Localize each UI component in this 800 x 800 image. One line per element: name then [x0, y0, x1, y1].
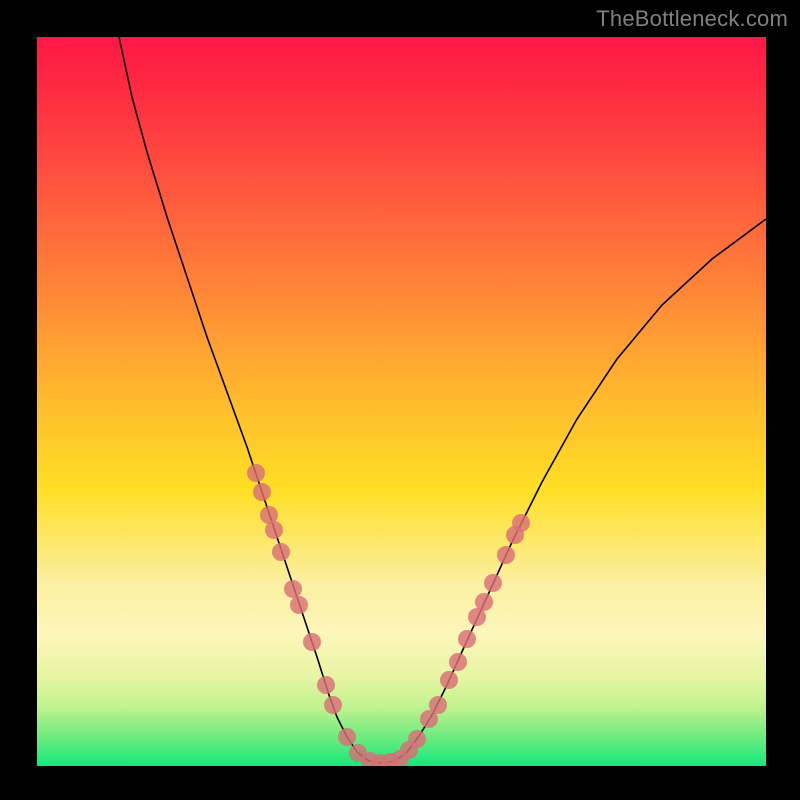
marker-dot [449, 653, 467, 671]
chart-frame: TheBottleneck.com [0, 0, 800, 800]
marker-dot [272, 543, 290, 561]
marker-dot [475, 593, 493, 611]
marker-dot [408, 730, 426, 748]
marker-dot [458, 630, 476, 648]
marker-dot [484, 574, 502, 592]
marker-dot [253, 483, 271, 501]
plot-area [37, 37, 766, 766]
marker-dot [429, 696, 447, 714]
marker-dot [290, 596, 308, 614]
watermark-text: TheBottleneck.com [596, 6, 788, 32]
marker-dot [512, 514, 530, 532]
marker-dot [324, 696, 342, 714]
chart-svg [37, 37, 766, 766]
marker-dot [265, 521, 283, 539]
marker-dot [440, 671, 458, 689]
marker-dot [247, 464, 265, 482]
marker-dot [284, 580, 302, 598]
marker-dot [338, 728, 356, 746]
marker-dot [303, 633, 321, 651]
marker-dot [317, 676, 335, 694]
marker-dot [497, 546, 515, 564]
curve-markers [247, 464, 530, 766]
bottleneck-curve [119, 37, 766, 763]
